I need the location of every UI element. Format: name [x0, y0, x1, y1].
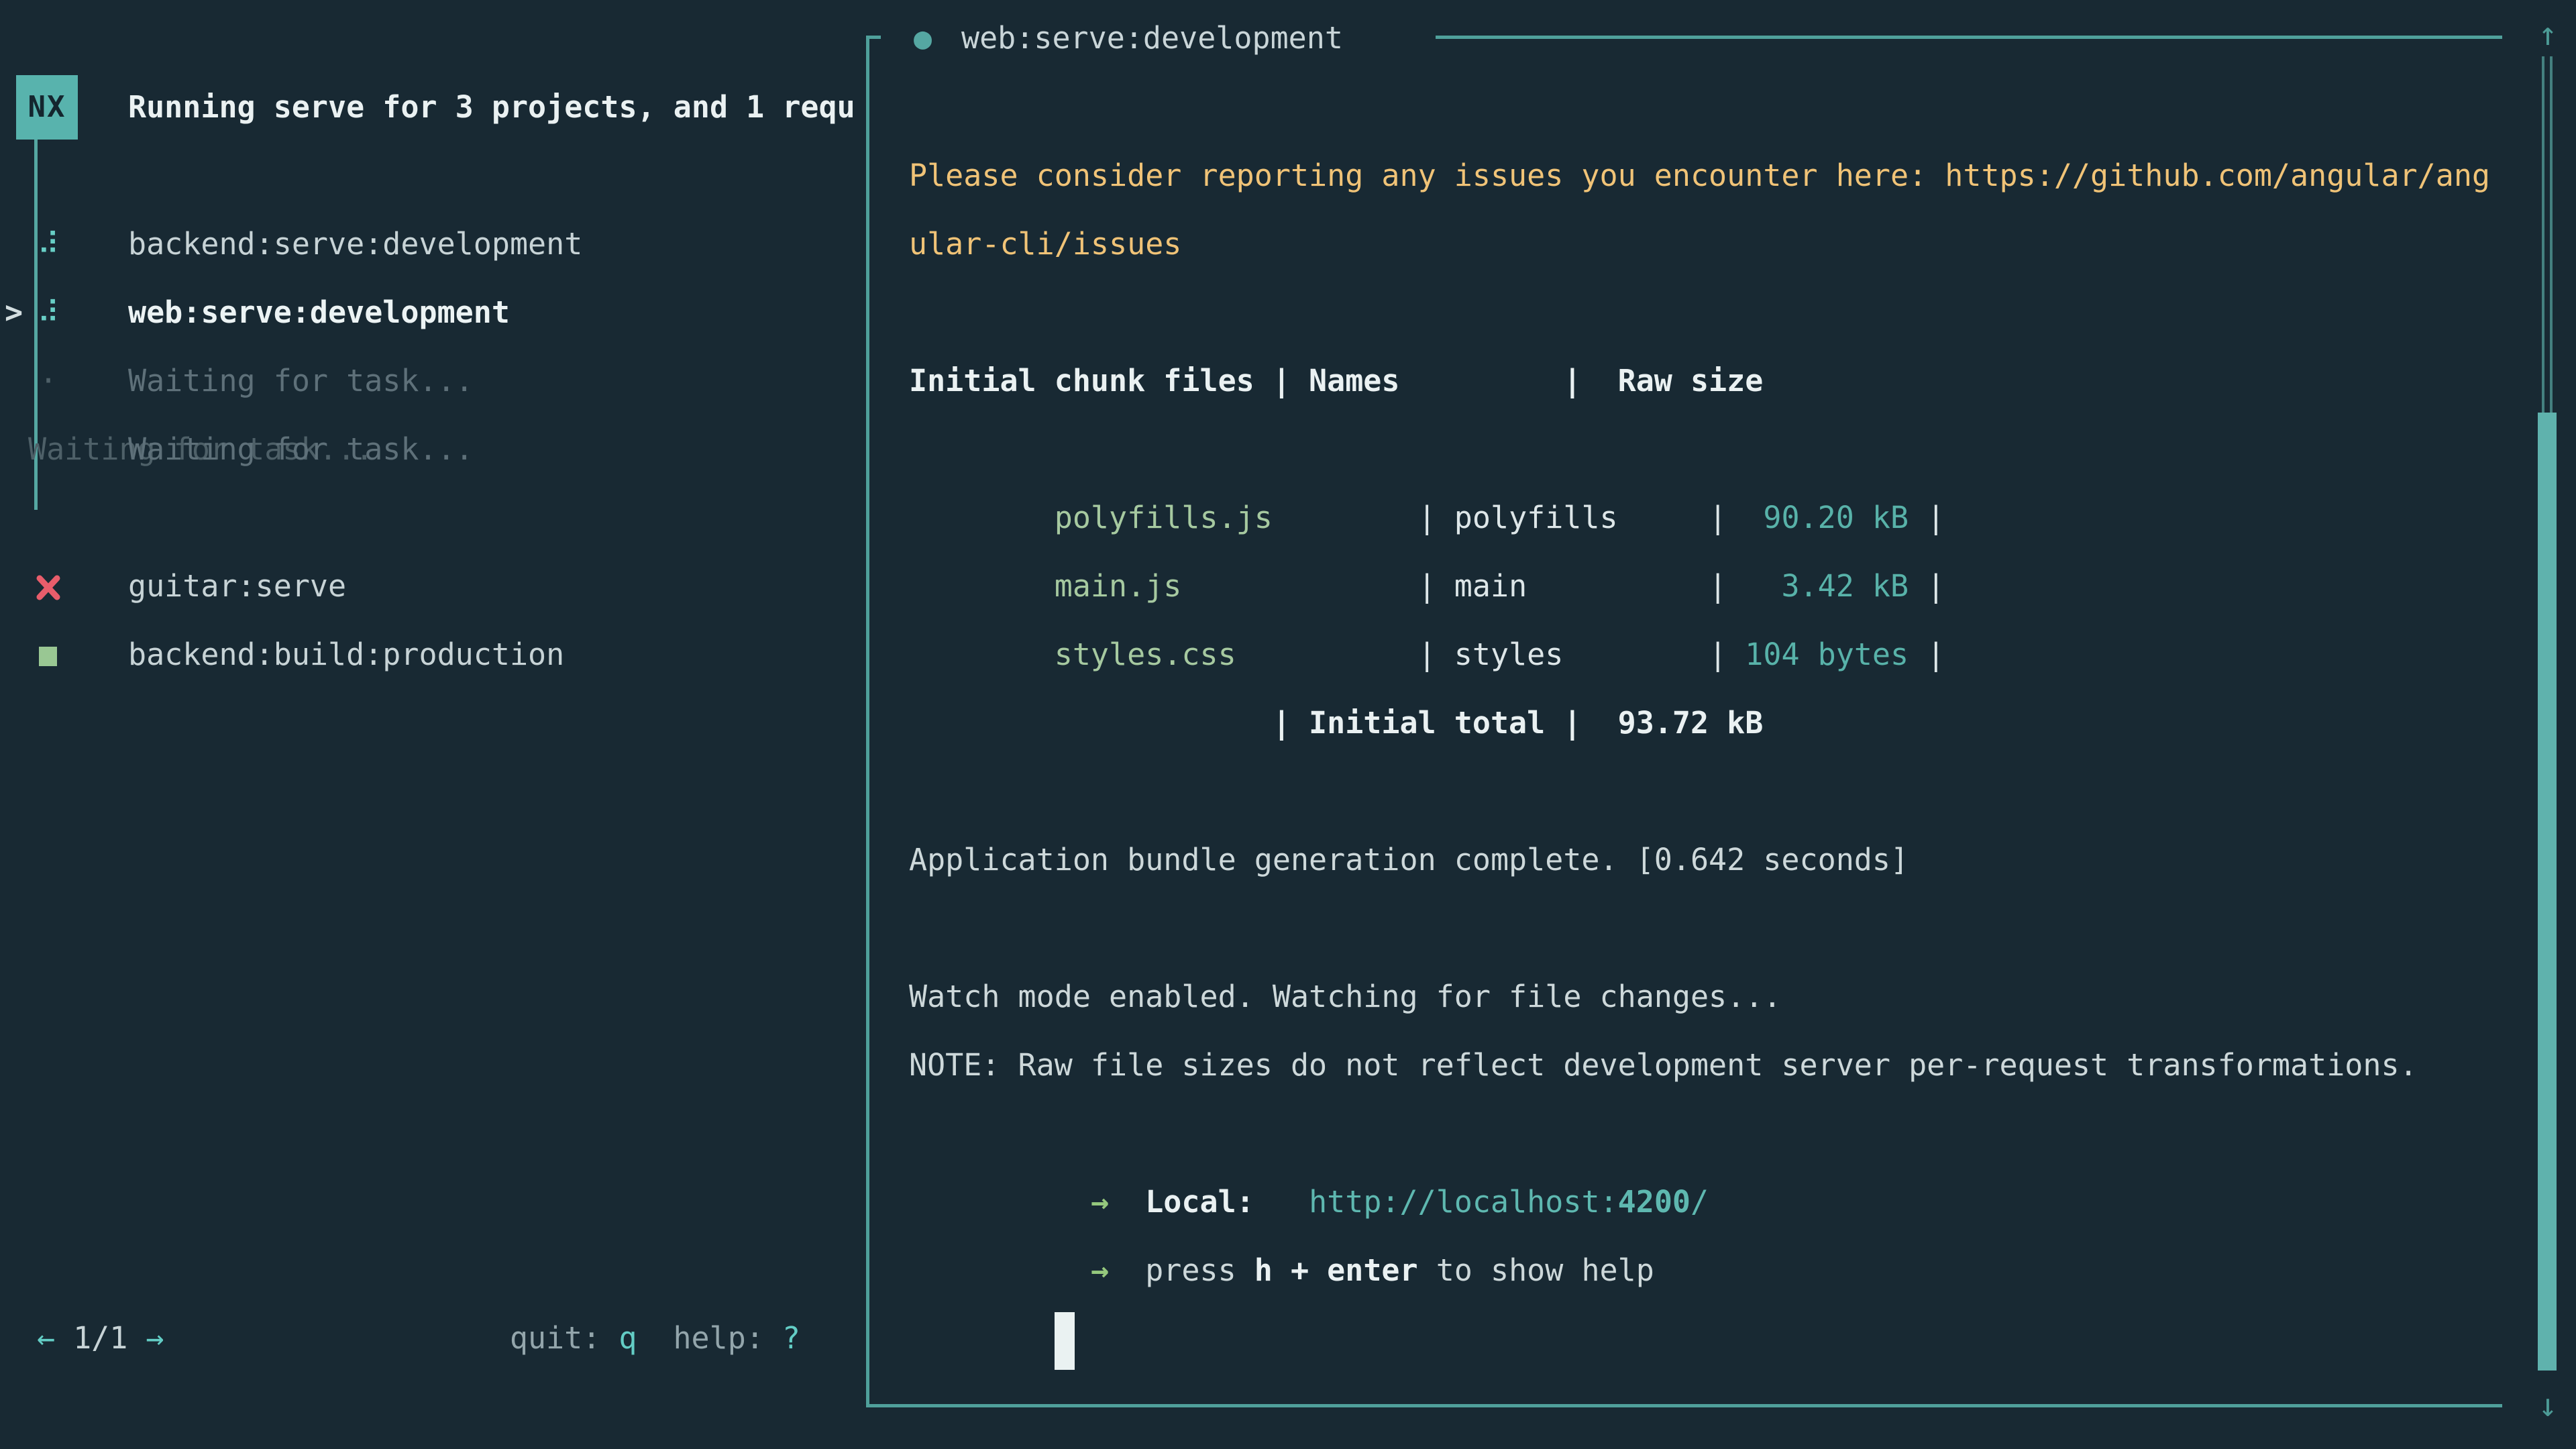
- pager-page-indicator: 1/1: [73, 1320, 127, 1356]
- scrollbar-track[interactable]: [2542, 56, 2553, 413]
- issue-notice-line: Please consider reporting any issues you…: [909, 142, 2532, 210]
- panel-border-top: [1436, 36, 2502, 39]
- task-item-backend-serve[interactable]: ⠼ backend:serve:development: [0, 210, 866, 278]
- task-item-waiting-2[interactable]: Waiting for task... Waiting for task...: [0, 415, 866, 484]
- task-label: web:serve:development: [128, 278, 510, 347]
- note-line: NOTE: Raw file sizes do not reflect deve…: [909, 1031, 2532, 1099]
- chunk-file: main.js: [1055, 568, 1418, 604]
- hotkey-hints: quit: q help:?: [510, 1304, 800, 1373]
- local-url-line: → Local: http://localhost:4200/: [909, 1099, 2532, 1168]
- spinner-icon: ⠼: [28, 210, 68, 278]
- task-item-guitar-serve[interactable]: guitar:serve: [0, 552, 866, 621]
- help-hint-post: to show help: [1418, 1252, 1654, 1288]
- help-hint-keys: h + enter: [1254, 1252, 1418, 1288]
- pipe: |: [1927, 568, 1945, 604]
- scrollbar-thumb[interactable]: [2538, 413, 2557, 1371]
- pager-prev-icon[interactable]: ←: [37, 1320, 55, 1356]
- error-x-icon: [36, 575, 60, 600]
- chunk-name: | styles |: [1418, 637, 1727, 672]
- pager[interactable]: ← 1/1 →: [37, 1304, 164, 1373]
- chunk-table-row: polyfills.js | polyfills | 90.20 kB |: [909, 415, 2532, 484]
- chunk-name: | polyfills |: [1418, 500, 1727, 535]
- quit-key: q: [619, 1320, 637, 1356]
- task-label: backend:build:production: [128, 621, 564, 689]
- success-square-icon: [39, 647, 57, 666]
- localhost-url-slash[interactable]: /: [1690, 1184, 1709, 1220]
- task-label: backend:serve:development: [128, 210, 582, 278]
- task-label: Waiting for task...: [128, 347, 474, 415]
- help-label: help:: [673, 1320, 763, 1356]
- arrow-icon: →: [1091, 1252, 1109, 1288]
- terminal-output: Please consider reporting any issues you…: [909, 142, 2532, 1305]
- active-chevron-icon: >: [5, 278, 23, 347]
- task-item-backend-build[interactable]: backend:build:production: [0, 621, 866, 689]
- chunk-table-header: Initial chunk files | Names | Raw size: [909, 347, 2532, 415]
- terminal-cursor: [1055, 1312, 1075, 1370]
- scroll-down-icon[interactable]: ↓: [2526, 1371, 2569, 1440]
- arrow-icon: →: [1091, 1184, 1109, 1220]
- chunk-file: polyfills.js: [1055, 500, 1418, 535]
- task-label: guitar:serve: [128, 552, 346, 621]
- localhost-port[interactable]: 4200: [1618, 1184, 1690, 1220]
- spinner-icon: ⠼: [28, 278, 68, 347]
- panel-border-bottom: [866, 1404, 2502, 1407]
- help-key: ?: [782, 1320, 800, 1356]
- chunk-file: styles.css: [1055, 637, 1418, 672]
- gap: [1109, 1252, 1145, 1288]
- blank-line: [909, 894, 2532, 963]
- chunk-name: | main |: [1418, 568, 1727, 604]
- quit-label: quit:: [510, 1320, 600, 1356]
- chunk-size: 3.42 kB: [1727, 568, 1927, 604]
- gap: [1254, 1184, 1309, 1220]
- chunk-table-total-row: | Initial total | 93.72 kB: [909, 689, 2532, 757]
- watch-mode-line: Watch mode enabled. Watching for file ch…: [909, 963, 2532, 1031]
- nx-logo: NX: [16, 75, 78, 140]
- chunk-size: 90.20 kB: [1727, 500, 1927, 535]
- help-hint-pre: press: [1145, 1252, 1254, 1288]
- pipe: |: [1927, 637, 1945, 672]
- chunk-size: 104 bytes: [1727, 637, 1927, 672]
- task-item-web-serve[interactable]: > ⠼ web:serve:development: [0, 278, 866, 347]
- issue-notice-line: ular-cli/issues: [909, 210, 2532, 278]
- gap: [1109, 1184, 1145, 1220]
- sidebar-title: Running serve for 3 projects, and 1 requ: [128, 73, 866, 142]
- task-sidebar: NX Running serve for 3 projects, and 1 r…: [0, 0, 866, 1449]
- bundle-complete-line: Application bundle generation complete. …: [909, 826, 2532, 894]
- local-label: Local:: [1145, 1184, 1254, 1220]
- task-label: Waiting for task...: [128, 415, 474, 484]
- waiting-dot-icon: ·: [28, 347, 68, 415]
- localhost-url[interactable]: http://localhost:: [1309, 1184, 1618, 1220]
- pipe: |: [1927, 500, 1945, 535]
- indent: [1055, 1252, 1091, 1288]
- indent: [1055, 1184, 1091, 1220]
- panel-title: web:serve:development: [961, 4, 1343, 72]
- task-item-waiting-1[interactable]: · Waiting for task...: [0, 347, 866, 415]
- running-bullet-icon: ●: [914, 4, 932, 72]
- panel-border-left: [866, 36, 869, 1407]
- blank-line: [909, 757, 2532, 826]
- pager-next-icon[interactable]: →: [146, 1320, 164, 1356]
- blank-line: [909, 278, 2532, 347]
- waiting-dot-icon: Waiting for task...: [28, 415, 68, 484]
